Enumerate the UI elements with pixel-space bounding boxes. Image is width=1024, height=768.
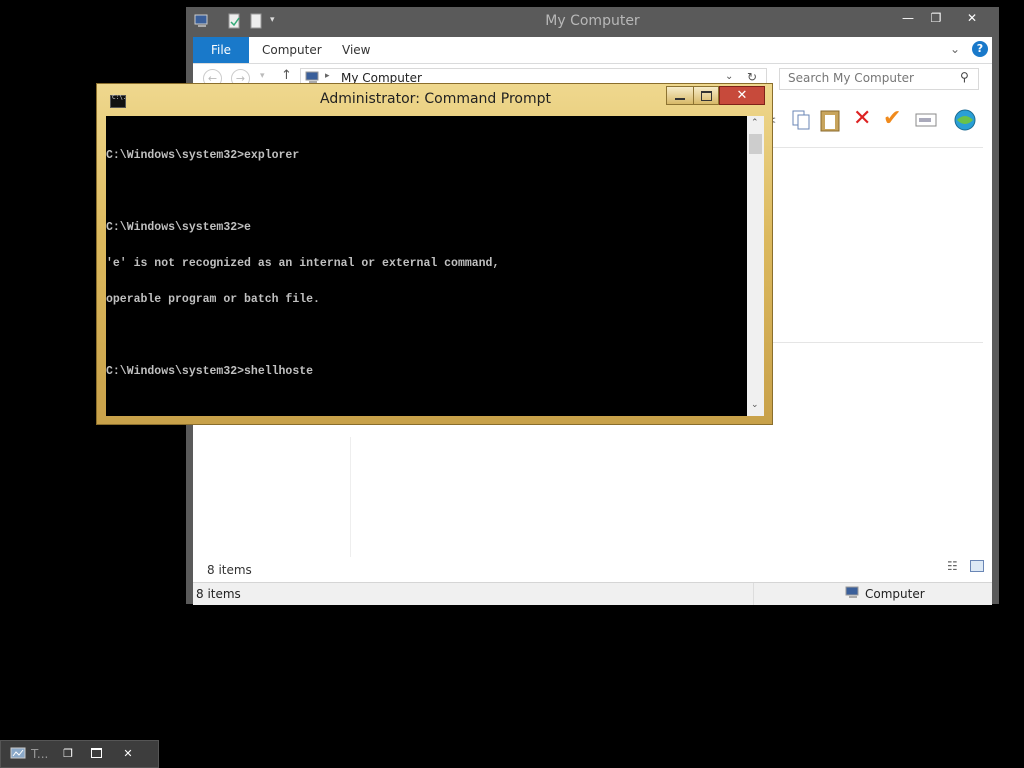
console-text: C:\Windows\system32>explorer C:\Windows\… (106, 126, 746, 402)
minimized-maximize-button[interactable] (85, 745, 107, 761)
computer-icon (845, 586, 859, 598)
paste-icon[interactable] (819, 108, 841, 132)
search-placeholder: Search My Computer (788, 71, 914, 85)
up-icon[interactable]: ↑ (281, 68, 292, 83)
cmd-minimize-button[interactable] (666, 86, 694, 105)
tab-computer[interactable]: Computer (262, 37, 322, 63)
recent-locations-icon[interactable]: ▾ (260, 71, 265, 81)
command-prompt-window[interactable]: C:\. Administrator: Command Prompt ✕ C:\… (96, 83, 773, 425)
console-output[interactable]: C:\Windows\system32>explorer C:\Windows\… (106, 116, 747, 416)
minimize-icon (675, 97, 685, 100)
copy-icon[interactable] (791, 109, 811, 131)
ribbon-tabs: File Computer View ⌄ ? (193, 37, 992, 64)
close-icon: ✕ (736, 88, 748, 103)
close-icon: ✕ (966, 11, 978, 25)
large-icons-view-icon[interactable] (970, 560, 984, 572)
details-view-icon[interactable]: ☷ (947, 559, 958, 573)
minimize-button[interactable]: — (894, 8, 922, 28)
search-input[interactable]: Search My Computer ⚲ (779, 68, 979, 90)
cmd-restore-button[interactable] (693, 86, 719, 105)
rename-icon[interactable] (915, 112, 937, 128)
minimized-window[interactable]: T... ❐ ✕ (0, 740, 159, 768)
status-bar: 8 items Computer (193, 582, 992, 605)
scroll-up-icon[interactable]: ⌃ (751, 118, 759, 128)
navigation-pane-divider[interactable] (350, 437, 351, 557)
console-line: C:\Windows\system32>shellhoste (106, 365, 314, 378)
cmd-close-button[interactable]: ✕ (719, 86, 765, 105)
explorer-title: My Computer (545, 13, 640, 29)
minimize-icon: — (902, 11, 914, 25)
help-icon[interactable]: ? (972, 41, 988, 57)
status-zone: Computer (865, 587, 925, 601)
console-line: C:\Windows\system32>explorer (106, 149, 300, 162)
maximize-icon (90, 748, 102, 758)
minimized-close-button[interactable]: ✕ (117, 745, 139, 761)
console-line: C:\Windows\system32>e (106, 221, 251, 234)
restore-icon: ❐ (63, 746, 73, 760)
refresh-icon[interactable]: ↻ (747, 70, 757, 84)
view-toggle: ☷ (947, 559, 987, 575)
console-scrollbar[interactable]: ⌃ ⌄ (747, 116, 764, 416)
content-divider (773, 342, 983, 343)
console-line: 'e' is not recognized as an internal or … (106, 257, 500, 270)
restore-icon (700, 90, 712, 101)
status-divider (753, 583, 754, 605)
tab-view[interactable]: View (342, 37, 370, 63)
content-divider (773, 147, 983, 148)
item-count: 8 items (207, 563, 252, 577)
close-icon: ✕ (123, 746, 133, 760)
console-line: operable program or batch file. (106, 293, 320, 306)
tab-file[interactable]: File (193, 37, 249, 63)
status-item-count: 8 items (196, 587, 241, 601)
scrollbar-thumb[interactable] (749, 134, 762, 154)
maximize-icon: ❐ (930, 11, 942, 25)
minimized-restore-button[interactable]: ❐ (57, 745, 79, 761)
ribbon-expand-icon[interactable]: ⌄ (950, 42, 960, 56)
address-dropdown-icon[interactable]: ⌄ (725, 71, 733, 82)
network-icon[interactable] (953, 108, 977, 132)
scroll-down-icon[interactable]: ⌄ (751, 400, 759, 410)
check-icon[interactable]: ✔ (883, 106, 901, 131)
minimized-window-label: T... (31, 747, 49, 761)
window-icon (10, 747, 26, 759)
search-icon: ⚲ (960, 70, 969, 84)
explorer-titlebar[interactable]: ▾ My Computer — ❐ ✕ (186, 7, 999, 37)
breadcrumb-chevron-icon: ▸ (325, 71, 330, 81)
delete-icon[interactable]: ✕ (853, 106, 871, 131)
close-button[interactable]: ✕ (954, 8, 990, 28)
ribbon-toolbar: ✂ ✕ ✔ (763, 103, 992, 137)
maximize-button[interactable]: ❐ (922, 8, 950, 28)
